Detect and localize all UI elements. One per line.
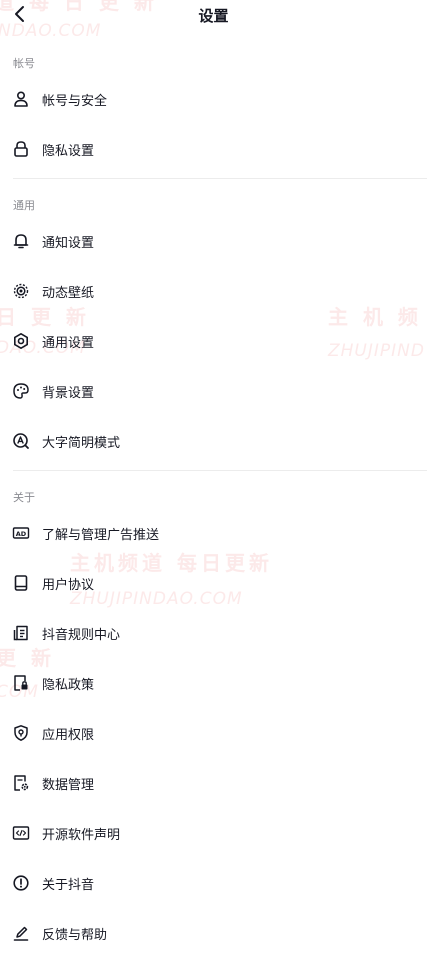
settings-item-notification[interactable]: 通知设置 bbox=[0, 221, 427, 261]
info-icon bbox=[12, 874, 30, 892]
settings-item-account-security[interactable]: 帐号与安全 bbox=[0, 79, 427, 119]
settings-item-app-permissions[interactable]: 应用权限 bbox=[0, 713, 427, 753]
settings-item-label: 隐私政策 bbox=[42, 677, 95, 693]
settings-item-label: 隐私设置 bbox=[42, 143, 95, 159]
settings-item-label: 开源软件声明 bbox=[42, 827, 121, 843]
palette-icon bbox=[12, 382, 30, 400]
settings-item-label: 数据管理 bbox=[42, 777, 95, 793]
section-divider bbox=[13, 178, 427, 179]
page-title: 设置 bbox=[198, 7, 229, 25]
settings-page: 道 每 日 更 新 NDAO.COM 日 更 新 DAO.COM 主 机 频 道… bbox=[0, 0, 427, 954]
section-divider bbox=[13, 470, 427, 471]
code-icon bbox=[12, 824, 30, 842]
data-management-icon bbox=[12, 774, 30, 792]
settings-item-data-management[interactable]: 数据管理 bbox=[0, 763, 427, 803]
settings-item-label: 通用设置 bbox=[42, 335, 95, 351]
settings-item-user-agreement[interactable]: 用户协议 bbox=[0, 563, 427, 603]
settings-item-label: 应用权限 bbox=[42, 727, 95, 743]
settings-item-background[interactable]: 背景设置 bbox=[0, 371, 427, 411]
settings-item-privacy-settings[interactable]: 隐私设置 bbox=[0, 129, 427, 169]
settings-item-dynamic-wallpaper[interactable]: 动态壁纸 bbox=[0, 271, 427, 311]
settings-item-ad-management[interactable]: AD 了解与管理广告推送 bbox=[0, 513, 427, 553]
gear-icon bbox=[12, 332, 30, 350]
section-label-account: 帐号 bbox=[13, 57, 35, 70]
dynamic-wallpaper-icon bbox=[12, 282, 30, 300]
settings-item-open-source[interactable]: 开源软件声明 bbox=[0, 813, 427, 853]
section-label-general: 通用 bbox=[13, 199, 35, 212]
book-icon bbox=[12, 574, 30, 592]
svg-text:AD: AD bbox=[16, 530, 27, 538]
ad-icon: AD bbox=[12, 524, 30, 542]
shield-icon bbox=[12, 724, 30, 742]
large-font-icon bbox=[12, 432, 30, 450]
lock-icon bbox=[12, 140, 30, 158]
settings-item-label: 通知设置 bbox=[42, 235, 95, 251]
bell-icon bbox=[12, 232, 30, 250]
settings-item-label: 背景设置 bbox=[42, 385, 95, 401]
section-label-about: 关于 bbox=[13, 491, 35, 504]
rules-doc-icon bbox=[12, 624, 30, 642]
settings-item-label: 用户协议 bbox=[42, 577, 95, 593]
settings-item-label: 了解与管理广告推送 bbox=[42, 527, 160, 543]
settings-item-label: 抖音规则中心 bbox=[42, 627, 121, 643]
privacy-policy-icon bbox=[12, 674, 30, 692]
settings-item-label: 反馈与帮助 bbox=[42, 927, 108, 943]
settings-item-large-font-mode[interactable]: 大字简明模式 bbox=[0, 421, 427, 461]
settings-item-label: 大字简明模式 bbox=[42, 435, 121, 451]
settings-item-general-settings[interactable]: 通用设置 bbox=[0, 321, 427, 361]
settings-item-privacy-policy[interactable]: 隐私政策 bbox=[0, 663, 427, 703]
settings-item-label: 动态壁纸 bbox=[42, 285, 95, 301]
settings-item-label: 关于抖音 bbox=[42, 877, 95, 893]
settings-item-rules-center[interactable]: 抖音规则中心 bbox=[0, 613, 427, 653]
pencil-icon bbox=[12, 924, 30, 942]
header-bar: 设置 bbox=[0, 0, 427, 30]
settings-item-feedback-help[interactable]: 反馈与帮助 bbox=[0, 913, 427, 953]
settings-item-about[interactable]: 关于抖音 bbox=[0, 863, 427, 903]
person-icon bbox=[12, 90, 30, 108]
settings-item-label: 帐号与安全 bbox=[42, 93, 108, 109]
